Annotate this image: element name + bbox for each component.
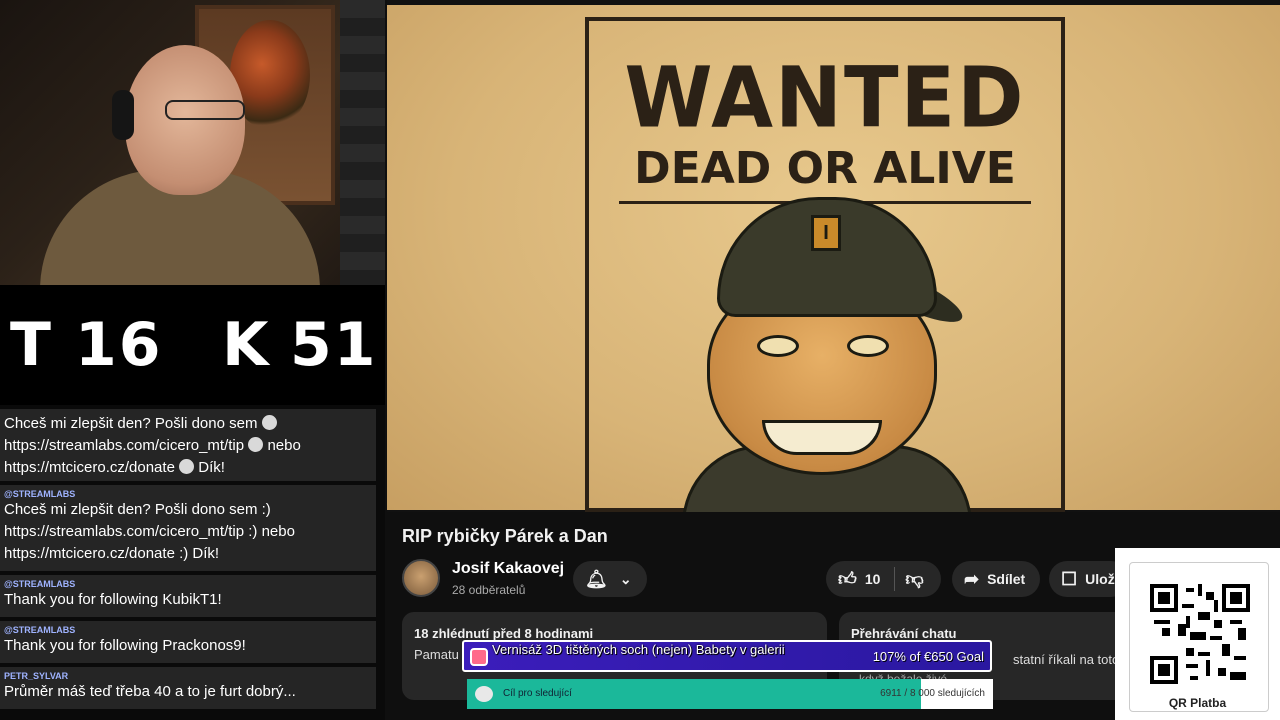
chat-message: PETR_SYLVAR Průměr máš teď třeba 40 a to… [0, 667, 376, 709]
chat-message: @STREAMLABS Chceš mi zlepšit den? Pošli … [0, 485, 376, 571]
follower-goal-label: Cíl pro sledující [503, 688, 572, 699]
t-value: 16 [75, 310, 163, 380]
cup-icon [470, 648, 488, 666]
chat-link: https://streamlabs.com/cicero_mt/tip [4, 437, 245, 454]
k-label: K [222, 310, 271, 380]
chat-text: https://streamlabs.com/cicero_mt/tip :) … [4, 523, 295, 540]
share-label: Sdílet [987, 571, 1026, 587]
chat-text: Dík! [198, 459, 225, 476]
channel-name[interactable]: Josif Kakaovej [452, 560, 564, 578]
qr-code [1150, 584, 1250, 684]
webcam-feed [0, 0, 385, 285]
save-label: Ulož [1085, 571, 1115, 587]
emote-icon [261, 415, 277, 430]
divider [894, 567, 896, 591]
video-player[interactable]: WANTED DEAD OR ALIVE I [387, 0, 1280, 512]
follower-goal-widget: Cíl pro sledující 6911 / 8 000 sledující… [467, 679, 993, 709]
bookmark-icon: ☐ [1061, 569, 1078, 589]
cartoon-eye [757, 335, 799, 357]
goal-title: Vernisáž 3D tištěných soch (nejen) Babet… [492, 642, 785, 657]
k-value: 51 [290, 310, 378, 380]
chat-author: PETR_SYLVAR [4, 671, 69, 681]
streamer-head [125, 45, 245, 195]
cartoon-mouth [762, 420, 882, 455]
poster-title: WANTED [624, 48, 1026, 147]
emote-icon [179, 459, 195, 474]
headphones-icon [112, 90, 134, 140]
chat-link: https://mtcicero.cz/donate [4, 459, 175, 476]
bell-icon: 🔔︎ [585, 569, 608, 589]
chat-author: @STREAMLABS [4, 489, 76, 499]
chat-text: Chceš mi zlepšit den? Pošli dono sem [4, 415, 258, 432]
qr-label: QR Platba [1168, 696, 1227, 710]
like-dislike-group: 👍︎ 10 👎︎ [826, 561, 941, 597]
t-label: T [10, 310, 53, 380]
score-counter: T 16 K 51 [0, 285, 385, 405]
chat-overlay: Chceš mi zlepšit den? Pošli dono sem htt… [0, 407, 377, 720]
chat-text: Thank you for following KubikT1! [4, 591, 222, 608]
qr-payment: QR Platba [1115, 548, 1280, 720]
chat-text: Průměr máš teď třeba 40 a to je furt dob… [4, 683, 296, 700]
video-title: RIP rybičky Párek a Dan [402, 526, 608, 546]
donation-goal-widget: Vernisáž 3D tištěných soch (nejen) Babet… [462, 640, 992, 672]
acoustic-panel [340, 0, 385, 285]
chat-author: @STREAMLABS [4, 579, 76, 589]
heart-icon [475, 686, 493, 702]
subscriber-count: 28 odběratelů [452, 583, 526, 597]
chat-text: Chceš mi zlepšit den? Pošli dono sem :) [4, 501, 271, 518]
left-overlay: T 16 K 51 Chceš mi zlepšit den? Pošli do… [0, 0, 385, 720]
chat-message: Chceš mi zlepšit den? Pošli dono sem htt… [0, 409, 376, 481]
cartoon-eye [847, 335, 889, 357]
view-count-date: 18 zhlédnutí před 8 hodinami [414, 626, 594, 641]
like-count[interactable]: 10 [865, 571, 881, 587]
channel-row: Josif Kakaovej 28 odběratelů [402, 558, 564, 598]
emote-icon [248, 437, 264, 452]
channel-avatar[interactable] [402, 559, 440, 597]
goal-value: 107% of €650 Goal [872, 649, 984, 664]
dislike-icon[interactable]: 👎︎ [905, 570, 923, 588]
notification-button[interactable]: 🔔︎ ⌄ [573, 561, 647, 597]
share-button[interactable]: ➦ Sdílet [952, 561, 1040, 597]
glasses [165, 100, 245, 120]
share-icon: ➦ [964, 569, 980, 589]
chat-replay-text: statní říkali na toto v [1013, 652, 1129, 667]
chat-replay-header: Přehrávání chatu [851, 626, 957, 641]
chat-text: nebo [267, 437, 301, 454]
chat-message: @STREAMLABS Thank you for following Prac… [0, 621, 376, 663]
chat-text: https://mtcicero.cz/donate :) Dík! [4, 545, 220, 562]
chat-text: Thank you for following Prackonos9! [4, 637, 246, 654]
like-icon[interactable]: 👍︎ [838, 570, 857, 588]
chevron-down-icon: ⌄ [619, 571, 632, 587]
poster-subtitle: DEAD OR ALIVE [634, 143, 1016, 194]
follower-goal-value: 6911 / 8 000 sledujících [880, 688, 985, 699]
cap-badge: I [811, 215, 841, 251]
chat-author: @STREAMLABS [4, 625, 76, 635]
wanted-poster: WANTED DEAD OR ALIVE I [387, 5, 1280, 512]
chat-message: @STREAMLABS Thank you for following Kubi… [0, 575, 376, 617]
